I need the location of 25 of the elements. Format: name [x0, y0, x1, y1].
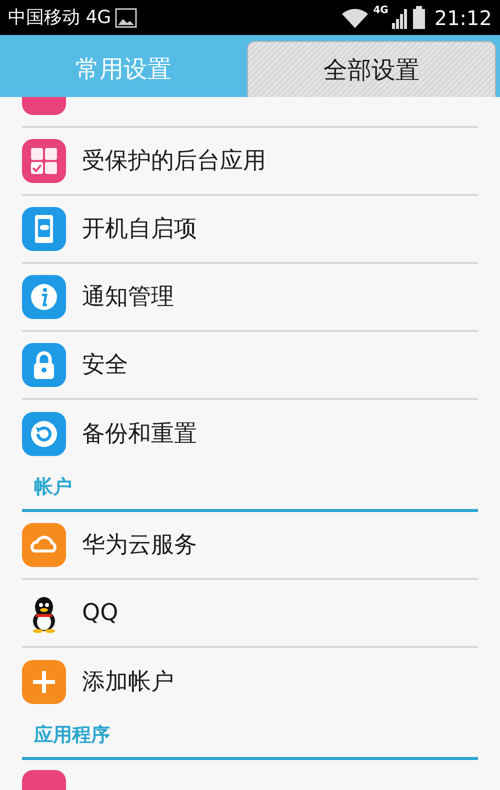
clock-label: 21:12 — [434, 4, 492, 32]
plus-icon — [22, 660, 66, 704]
image-icon — [115, 8, 138, 28]
grid-check-icon — [22, 139, 66, 183]
phone-toggle-icon — [22, 207, 66, 251]
carrier-label: 中国移动 4G — [8, 6, 112, 30]
tab[interactable]: 全部设置 — [247, 41, 496, 97]
network-label: 4G — [373, 4, 388, 18]
setting-label[interactable]: QQ — [82, 596, 118, 630]
battery-icon — [412, 6, 426, 30]
info-icon — [22, 275, 66, 319]
setting-label[interactable]: 华为云服务 — [82, 528, 197, 562]
setting-label[interactable]: 安全 — [82, 348, 128, 382]
setting-label[interactable]: 备份和重置 — [82, 416, 197, 452]
signal-icon — [392, 6, 408, 28]
cloud-icon — [22, 523, 66, 567]
lock-icon — [22, 343, 66, 387]
setting-label[interactable]: 添加帐户 — [82, 664, 174, 700]
wifi-icon — [341, 6, 370, 28]
restore-icon — [22, 412, 66, 456]
setting-label[interactable]: 受保护的后台应用 — [82, 144, 266, 178]
setting-label[interactable]: 通知管理 — [82, 280, 174, 314]
setting-label[interactable]: 开机自启项 — [82, 212, 197, 246]
section-header: 应用程序 — [22, 716, 478, 760]
section-header: 帐户 — [22, 468, 478, 512]
